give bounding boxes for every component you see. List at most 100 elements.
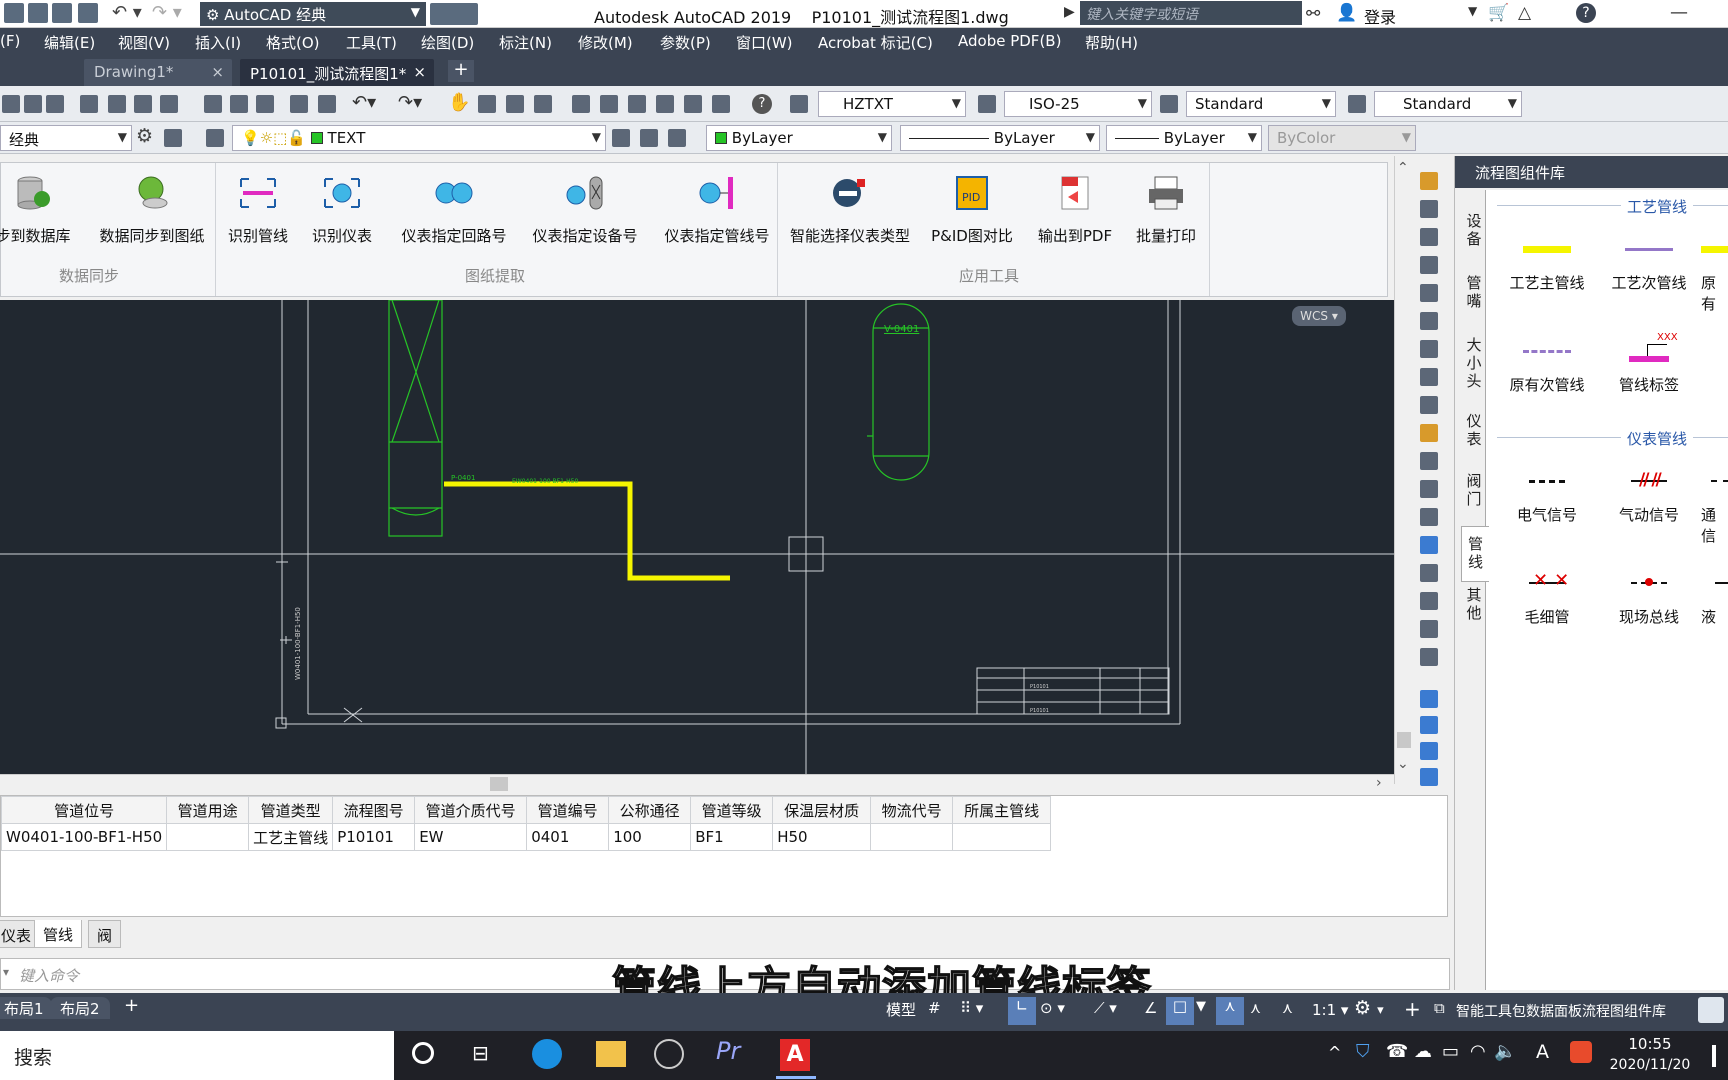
color-select[interactable]: ByLayer ▼ (706, 125, 892, 151)
share-icon[interactable] (430, 3, 478, 25)
table-cell[interactable]: 0401 (526, 823, 610, 851)
ribbon-identify-pipeline-button[interactable]: 识别管线 (225, 175, 291, 246)
print-icon[interactable] (78, 3, 98, 23)
palette-tab-reducer[interactable]: 大小头 (1461, 336, 1487, 390)
polar-icon[interactable]: ⊙ ▾ (1040, 999, 1065, 1017)
palette-tab-other[interactable]: 其他 (1461, 586, 1487, 622)
menu-parametric[interactable]: 参数(P) (660, 32, 711, 53)
blend-icon[interactable] (1420, 592, 1438, 610)
minimize-icon[interactable]: — (1670, 2, 1688, 23)
menu-format[interactable]: 格式(O) (266, 32, 320, 53)
menu-modify[interactable]: 修改(M) (578, 32, 633, 53)
table-header[interactable]: 管道等级 (690, 796, 774, 824)
item-secondary-pipeline[interactable]: 工艺次管线 (1599, 236, 1699, 293)
draworder-back-icon[interactable] (1420, 716, 1438, 734)
dim-style-select[interactable]: ISO-25 ▼ (1004, 91, 1152, 117)
table-header[interactable]: 所属主管线 (952, 796, 1052, 824)
menu-window[interactable]: 窗口(W) (736, 32, 793, 53)
menu-dimension[interactable]: 标注(N) (499, 32, 552, 53)
ribbon-export-pdf-button[interactable]: 输出到PDF (1033, 175, 1117, 246)
text-style-select[interactable]: HZTXT ▼ (818, 91, 966, 117)
draworder-above-icon[interactable] (1420, 742, 1438, 760)
help-icon[interactable]: ? (752, 94, 772, 114)
search-input[interactable]: 键入关键字或短语 (1080, 1, 1302, 25)
table-tab-instrument[interactable]: 仪表 (0, 920, 39, 948)
explode-icon[interactable] (1420, 648, 1438, 666)
table-header[interactable]: 管道位号 (0, 796, 168, 824)
layer-manager-icon[interactable] (206, 129, 224, 147)
layer-match-icon[interactable] (668, 129, 686, 147)
ribbon-sync-db-button[interactable]: 步到数据库 (0, 175, 73, 246)
help-icon[interactable]: ? (1576, 3, 1596, 23)
plot-icon[interactable] (80, 95, 98, 113)
item-pneumatic-signal[interactable]: // //气动信号 (1599, 468, 1699, 525)
item-fieldbus[interactable]: 现场总线 (1599, 570, 1699, 627)
annotation-scale-select[interactable]: 1:1 ▾ (1312, 1001, 1348, 1019)
menu-acrobat[interactable]: Acrobat 标记(C) (818, 32, 933, 53)
publish-icon[interactable] (134, 95, 152, 113)
tab-drawing1[interactable]: Drawing1* × (84, 59, 232, 86)
mirror-icon[interactable] (1420, 228, 1438, 246)
autodesk-a360-icon[interactable]: △ (1518, 3, 1531, 23)
menu-tools[interactable]: 工具(T) (346, 32, 397, 53)
workspace-select[interactable]: 经典 ▼ (0, 125, 132, 151)
close-icon[interactable]: × (211, 63, 224, 81)
palette-tab-pipeline[interactable]: 管线 (1461, 526, 1489, 582)
defender-icon[interactable]: ⛉ (1356, 1041, 1370, 1062)
cut-icon[interactable] (204, 95, 222, 113)
table-header[interactable]: 管道类型 (248, 796, 334, 824)
item-existing-main[interactable]: 原有 (1701, 236, 1728, 314)
snap-icon[interactable]: ⠿ ▾ (960, 999, 983, 1017)
table-row[interactable]: W0401-100-BF1-H50 工艺主管线 P10101 EW 0401 1… (0, 823, 1052, 851)
item-liquid[interactable]: 液 (1701, 570, 1728, 627)
join-icon[interactable] (1420, 508, 1438, 526)
palette-tab-equipment[interactable]: 设备 (1461, 212, 1487, 248)
redo-icon[interactable]: ↷▾ (398, 92, 422, 113)
undo-icon[interactable]: ↶ ▾ (112, 2, 142, 23)
table-header[interactable]: 管道介质代号 (414, 796, 528, 824)
table-style-icon[interactable] (1160, 95, 1178, 113)
search-expand-icon[interactable]: ▶ (1064, 4, 1075, 20)
workspace-select[interactable]: ⚙ AutoCAD 经典 ▼ (200, 2, 426, 26)
premiere-icon[interactable]: Pr (716, 1037, 740, 1065)
copy-object-icon[interactable] (1420, 200, 1438, 218)
ortho-icon[interactable]: ∟ (1008, 997, 1036, 1025)
osnap-dropdown-icon[interactable]: ▼ (1196, 999, 1206, 1014)
table-header[interactable]: 物流代号 (870, 796, 954, 824)
workspace-settings-icon[interactable] (164, 129, 182, 147)
ribbon-smart-select-button[interactable]: 智能选择仪表类型 (787, 175, 913, 246)
scroll-down-icon[interactable]: ⌄ (1397, 756, 1409, 772)
palette-tab-nozzle[interactable]: 管嘴 (1461, 274, 1487, 310)
autocad-taskbar-icon[interactable]: A (780, 1039, 810, 1071)
make-current-icon[interactable] (612, 129, 630, 147)
zoom-window-icon[interactable] (506, 95, 524, 113)
item-existing-secondary[interactable]: 原有次管线 (1497, 338, 1597, 395)
zoom-realtime-icon[interactable] (478, 95, 496, 113)
edge-icon[interactable] (532, 1039, 562, 1069)
linetype-select[interactable]: ByLayer ▼ (900, 125, 1100, 151)
save-icon[interactable] (46, 95, 64, 113)
binoculars-icon[interactable]: ⚯ (1306, 4, 1320, 24)
extend-icon[interactable] (1420, 452, 1438, 470)
layout-tab-2[interactable]: 布局2 (50, 997, 110, 1019)
cart-icon[interactable]: 🛒 (1488, 3, 1509, 23)
multileader-style-select[interactable]: Standard ▼ (1374, 91, 1522, 117)
scroll-up-icon[interactable]: ⌃ (1397, 160, 1409, 176)
multileader-style-icon[interactable] (1348, 95, 1366, 113)
tool-palettes-icon[interactable] (628, 95, 646, 113)
qnew-icon[interactable] (2, 95, 20, 113)
table-header[interactable]: 管道用途 (166, 796, 250, 824)
save-icon[interactable] (52, 3, 72, 23)
close-icon[interactable]: × (413, 63, 426, 81)
table-cell[interactable]: 100 (608, 823, 692, 851)
draworder-front-icon[interactable] (1420, 690, 1438, 708)
table-style-select[interactable]: Standard ▼ (1186, 91, 1336, 117)
table-cell[interactable]: P10101 (332, 823, 416, 851)
vertical-scrollbar[interactable]: ⌃ ⌄ (1394, 156, 1412, 784)
table-cell[interactable]: W0401-100-BF1-H50 (0, 823, 168, 851)
model-space-button[interactable]: 模型 (886, 999, 920, 1025)
menu-file[interactable]: (F) (0, 32, 20, 50)
rotate-icon[interactable] (1420, 340, 1438, 358)
redo-icon[interactable]: ↷ ▾ (152, 2, 182, 23)
table-cell[interactable]: H50 (772, 823, 872, 851)
